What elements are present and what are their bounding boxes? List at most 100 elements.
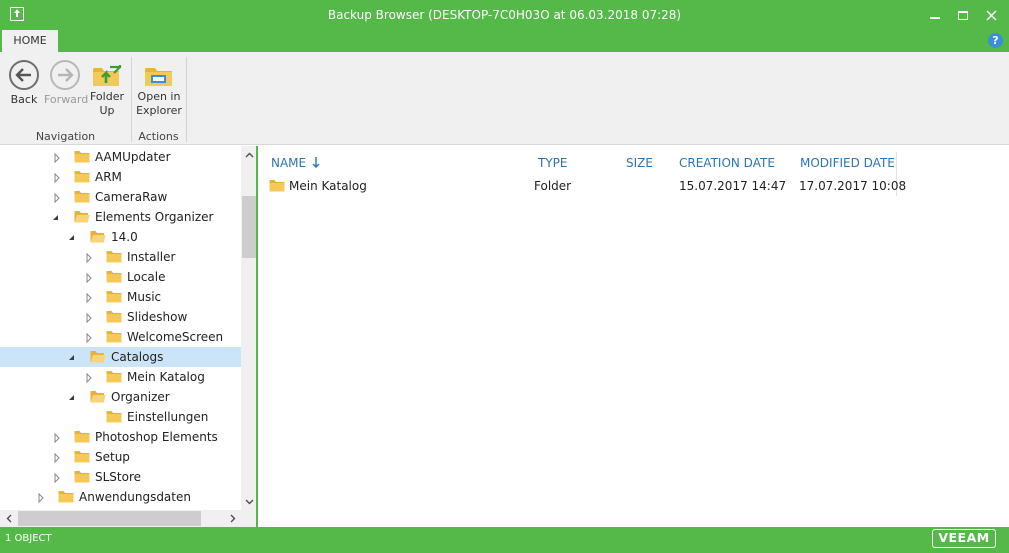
file-list: NAME TYPE SIZE CREATION DATE MODIFIED DA… bbox=[260, 146, 1009, 527]
scroll-down-button[interactable] bbox=[241, 493, 256, 510]
folder-icon bbox=[106, 330, 122, 346]
folder-up-button[interactable]: Folder Up bbox=[89, 60, 125, 118]
object-count: 1 OBJECT bbox=[5, 533, 52, 544]
expand-arrow-icon[interactable] bbox=[53, 152, 61, 164]
column-header-type[interactable]: TYPE bbox=[538, 156, 567, 170]
tree-item[interactable]: Einstellungen bbox=[0, 407, 241, 427]
back-arrow-icon bbox=[9, 60, 39, 90]
column-header-size[interactable]: SIZE bbox=[626, 156, 653, 170]
tree-item[interactable]: CameraRaw bbox=[0, 187, 241, 207]
folder-icon bbox=[74, 470, 90, 486]
chevron-right-icon bbox=[230, 514, 235, 523]
back-label: Back bbox=[10, 93, 38, 106]
folder-icon bbox=[106, 410, 122, 426]
tree-item-label: Elements Organizer bbox=[95, 210, 214, 224]
folder-up-icon bbox=[92, 64, 122, 88]
expand-arrow-icon[interactable] bbox=[85, 252, 93, 264]
tree-item[interactable]: 14.0 bbox=[0, 227, 241, 247]
expand-arrow-icon[interactable] bbox=[85, 332, 93, 344]
back-button[interactable]: Back bbox=[8, 60, 40, 107]
tree-item[interactable]: Slideshow bbox=[0, 307, 241, 327]
expand-arrow-icon[interactable] bbox=[53, 172, 61, 184]
maximize-icon bbox=[958, 10, 968, 20]
expand-arrow-icon[interactable] bbox=[53, 452, 61, 464]
forward-button[interactable]: Forward bbox=[44, 60, 88, 107]
expand-arrow-icon[interactable] bbox=[85, 312, 93, 324]
tree-vertical-scrollbar[interactable] bbox=[241, 146, 256, 510]
folder-icon bbox=[106, 250, 122, 266]
title-bar: Backup Browser (DESKTOP-7C0H03O at 06.03… bbox=[0, 0, 1009, 30]
tree-item[interactable]: Catalogs bbox=[0, 347, 241, 367]
tree-item[interactable]: AAMUpdater bbox=[0, 147, 241, 167]
tree-item[interactable]: WelcomeScreen bbox=[0, 327, 241, 347]
expanded-arrow-icon[interactable] bbox=[68, 232, 76, 242]
folder-icon bbox=[74, 170, 90, 186]
ribbon-tab-strip: HOME ? bbox=[0, 30, 1009, 52]
expand-arrow-icon[interactable] bbox=[85, 292, 93, 304]
minimize-icon bbox=[930, 17, 940, 19]
tree-item-label: SLStore bbox=[95, 470, 142, 484]
folder-up-label-1: Folder bbox=[90, 90, 124, 103]
tree-item[interactable]: Setup bbox=[0, 447, 241, 467]
forward-arrow-icon bbox=[50, 60, 80, 90]
tree-item-label: Einstellungen bbox=[127, 410, 209, 424]
expand-arrow-icon[interactable] bbox=[85, 372, 93, 384]
column-header-name[interactable]: NAME bbox=[271, 156, 320, 170]
tree-item-label: CameraRaw bbox=[95, 190, 168, 204]
row-modified-date: 17.07.2017 10:08 bbox=[799, 179, 907, 193]
tree-item-label: WelcomeScreen bbox=[127, 330, 224, 344]
expand-arrow-icon[interactable] bbox=[53, 472, 61, 484]
minimize-button[interactable] bbox=[920, 0, 950, 30]
tree-item[interactable]: ARM bbox=[0, 167, 241, 187]
expand-arrow-icon[interactable] bbox=[85, 272, 93, 284]
tree-item[interactable]: Mein Katalog bbox=[0, 367, 241, 387]
folder-up-label-2: Up bbox=[99, 104, 115, 117]
folder-icon bbox=[106, 370, 122, 386]
expand-arrow-icon[interactable] bbox=[53, 432, 61, 444]
tree-item-label: Setup bbox=[95, 450, 130, 464]
column-header-creation-date[interactable]: CREATION DATE bbox=[679, 156, 775, 170]
open-in-explorer-label-2: Explorer bbox=[136, 104, 182, 117]
scroll-thumb[interactable] bbox=[18, 511, 201, 526]
expanded-arrow-icon[interactable] bbox=[68, 392, 76, 402]
scroll-right-button[interactable] bbox=[224, 510, 241, 527]
tree-item[interactable]: Locale bbox=[0, 267, 241, 287]
folder-icon bbox=[74, 450, 90, 466]
scroll-thumb[interactable] bbox=[242, 196, 256, 258]
folder-icon bbox=[106, 270, 122, 286]
tab-home[interactable]: HOME bbox=[2, 30, 58, 52]
folder-icon bbox=[106, 290, 122, 306]
expanded-arrow-icon[interactable] bbox=[52, 212, 60, 222]
tree-item[interactable]: Organizer bbox=[0, 387, 241, 407]
tree-item[interactable]: Music bbox=[0, 287, 241, 307]
row-type: Folder bbox=[534, 179, 572, 193]
tree-item[interactable]: Photoshop Elements bbox=[0, 427, 241, 447]
help-icon[interactable]: ? bbox=[988, 33, 1003, 48]
tree-item[interactable]: Installer bbox=[0, 247, 241, 267]
tree-item[interactable]: Anwendungsdaten bbox=[0, 487, 241, 507]
folder-icon bbox=[269, 180, 285, 192]
status-bar: 1 OBJECT VEEAM bbox=[0, 527, 1009, 553]
folder-icon bbox=[74, 150, 90, 166]
folder-tree: AAMUpdater ARM CameraRaw Elements Organizer… bbox=[0, 146, 258, 527]
chevron-down-icon bbox=[245, 499, 254, 504]
column-header-modified-date[interactable]: MODIFIED DATE bbox=[800, 156, 895, 170]
folder-icon bbox=[74, 190, 90, 206]
column-header-name-label: NAME bbox=[271, 156, 307, 170]
scroll-up-button[interactable] bbox=[241, 146, 256, 163]
tree-item-label: Organizer bbox=[111, 390, 170, 404]
scroll-left-button[interactable] bbox=[0, 510, 17, 527]
explorer-folder-icon bbox=[144, 64, 174, 88]
expand-arrow-icon[interactable] bbox=[53, 192, 61, 204]
maximize-button[interactable] bbox=[948, 0, 978, 30]
expand-arrow-icon[interactable] bbox=[37, 492, 45, 504]
ribbon: Back Forward Folder Up Open in Explorer … bbox=[0, 52, 1009, 145]
tree-item[interactable]: Elements Organizer bbox=[0, 207, 241, 227]
open-in-explorer-button[interactable]: Open in Explorer bbox=[136, 60, 182, 118]
close-button[interactable] bbox=[976, 0, 1006, 30]
tree-item-label: Locale bbox=[127, 270, 166, 284]
tree-horizontal-scrollbar[interactable] bbox=[0, 510, 241, 527]
expanded-arrow-icon[interactable] bbox=[68, 352, 76, 362]
sort-descending-icon bbox=[312, 157, 320, 168]
tree-item[interactable]: SLStore bbox=[0, 467, 241, 487]
